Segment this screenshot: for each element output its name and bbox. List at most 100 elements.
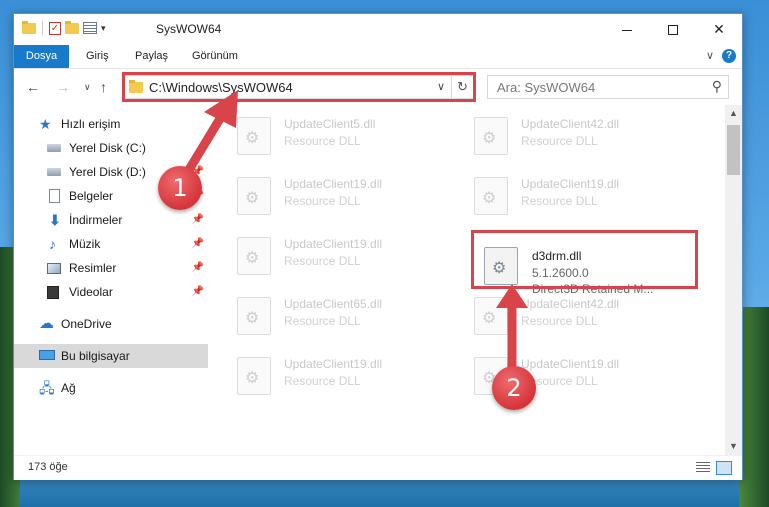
sidebar-item-label: Belgeler [69,189,114,203]
file-type: Resource DLL [521,314,598,328]
sidebar-item-pictures[interactable]: Resimler 📌 [14,256,208,280]
dll-file-icon: ⚙ [474,117,508,155]
file-type: Resource DLL [284,254,361,268]
list-item[interactable]: ⚙ UpdateClient19.dll Resource DLL [448,165,678,221]
gear-icon: ⚙ [245,310,260,327]
list-item[interactable]: ⚙ UpdateClient65.dll Resource DLL [211,285,441,341]
documents-icon [49,189,60,203]
checkmark-icon[interactable]: ✓ [49,21,61,35]
videos-icon [47,286,59,299]
file-type: Resource DLL [284,134,361,148]
dll-file-icon: ⚙ [237,297,271,335]
pin-icon[interactable]: 📌 [192,256,204,280]
dll-file-icon: ⚙ [474,297,508,335]
new-folder-icon[interactable] [65,20,79,34]
file-name: UpdateClient5.dll [284,117,376,131]
window-title: SysWOW64 [156,22,222,36]
gear-icon: ⚙ [245,250,260,267]
recent-locations-icon[interactable]: ∨ [84,82,91,93]
folder-icon[interactable] [22,20,36,34]
toolbar-divider [42,21,43,35]
tab-file[interactable]: Dosya [14,45,69,68]
star-icon: ★ [39,116,52,132]
list-item[interactable]: ⚙ UpdateClient42.dll Resource DLL [448,285,678,341]
pin-icon[interactable]: 📌 [192,232,204,256]
desktop-foliage-right [739,307,769,507]
properties-icon[interactable] [83,22,97,34]
sidebar-item-label: Ağ [61,381,76,395]
file-type: Resource DLL [284,314,361,328]
tab-share[interactable]: Paylaş [135,45,168,68]
close-icon: ✕ [713,21,725,37]
tab-view[interactable]: Görünüm [192,45,238,68]
scroll-up-icon[interactable]: ▲ [725,105,742,122]
list-item[interactable]: ⚙ UpdateClient19.dll Resource DLL [211,165,441,221]
sidebar-item-quick-access[interactable]: ★ Hızlı erişim [14,112,208,136]
vertical-scrollbar[interactable]: ▲ ▼ [725,105,742,455]
search-input[interactable]: Ara: SysWOW64 ⚲ [487,75,729,99]
list-item[interactable]: ⚙ UpdateClient19.dll Resource DLL [448,345,678,401]
list-item[interactable]: ⚙ UpdateClient5.dll Resource DLL [211,105,441,161]
customize-dropdown-icon[interactable]: ▾ [101,23,106,34]
file-type: Resource DLL [284,374,361,388]
gear-icon: ⚙ [482,190,497,207]
tab-home[interactable]: Giriş [86,45,109,68]
scrollbar-thumb[interactable] [727,125,740,175]
close-button[interactable]: ✕ [696,14,742,44]
sidebar-item-drive-c[interactable]: Yerel Disk (C:) [14,136,208,160]
up-arrow-icon[interactable]: ↑ [100,79,107,95]
file-name: UpdateClient19.dll [521,177,620,191]
dll-file-icon: ⚙ [237,357,271,395]
drive-icon [47,144,61,152]
sidebar-item-label: Hızlı erişim [61,117,121,131]
cloud-icon: ☁ [39,315,54,332]
dll-file-icon: ⚙ [237,177,271,215]
list-item[interactable]: ⚙ UpdateClient42.dll Resource DLL [448,105,678,161]
file-name: UpdateClient19.dll [521,357,620,371]
sidebar-item-onedrive[interactable]: ☁ OneDrive [14,312,208,336]
file-type: Resource DLL [521,194,598,208]
sidebar-item-this-pc[interactable]: Bu bilgisayar [14,344,208,368]
search-icon[interactable]: ⚲ [712,78,722,95]
sidebar-item-label: İndirmeler [69,213,123,227]
sidebar-item-label: Yerel Disk (D:) [69,165,146,179]
help-icon[interactable]: ? [722,49,736,63]
maximize-button[interactable] [650,14,696,44]
sidebar-item-label: Müzik [69,237,101,251]
file-type: Resource DLL [521,134,598,148]
pin-icon[interactable]: 📌 [192,208,204,232]
file-name: UpdateClient19.dll [284,177,383,191]
ribbon-expand-icon[interactable]: ∨ [706,49,714,62]
sidebar-item-label: Videolar [69,285,113,299]
sidebar-item-label: Resimler [69,261,117,275]
file-name: UpdateClient65.dll [284,297,383,311]
sidebar-item-music[interactable]: ♪ Müzik 📌 [14,232,208,256]
computer-icon [39,350,55,360]
sidebar-item-downloads[interactable]: ⬇ İndirmeler 📌 [14,208,208,232]
forward-arrow-icon[interactable]: → [56,79,70,95]
download-icon: ⬇ [49,212,61,228]
minimize-button[interactable] [604,14,650,44]
details-view-icon[interactable] [696,462,710,474]
back-arrow-icon[interactable]: ← [26,79,40,95]
search-placeholder: Ara: SysWOW64 [497,80,596,95]
ribbon-tabs: Dosya Giriş Paylaş Görünüm ∨ ? [14,45,742,69]
gear-icon: ⚙ [245,190,260,207]
music-icon: ♪ [49,236,56,252]
sidebar-item-network[interactable]: 🖧 Ağ [14,376,208,400]
file-highlight-box [471,230,698,289]
drive-icon [47,168,61,176]
gear-icon: ⚙ [482,310,497,327]
gear-icon: ⚙ [245,130,260,147]
large-icons-view-icon[interactable] [716,461,732,475]
scroll-down-icon[interactable]: ▼ [725,438,742,455]
list-item[interactable]: ⚙ UpdateClient19.dll Resource DLL [211,225,441,281]
explorer-window: ✓ ▾ SysWOW64 ✕ Dosya Giriş Paylaş Görünü… [13,13,743,480]
sidebar-item-videos[interactable]: Videolar 📌 [14,280,208,304]
gear-icon: ⚙ [245,370,260,387]
navigation-pane: ★ Hızlı erişim Yerel Disk (C:) Yerel Dis… [14,105,211,455]
pin-icon[interactable]: 📌 [192,280,204,304]
dll-file-icon: ⚙ [237,237,271,275]
file-type: Resource DLL [284,194,361,208]
list-item[interactable]: ⚙ UpdateClient19.dll Resource DLL [211,345,441,401]
